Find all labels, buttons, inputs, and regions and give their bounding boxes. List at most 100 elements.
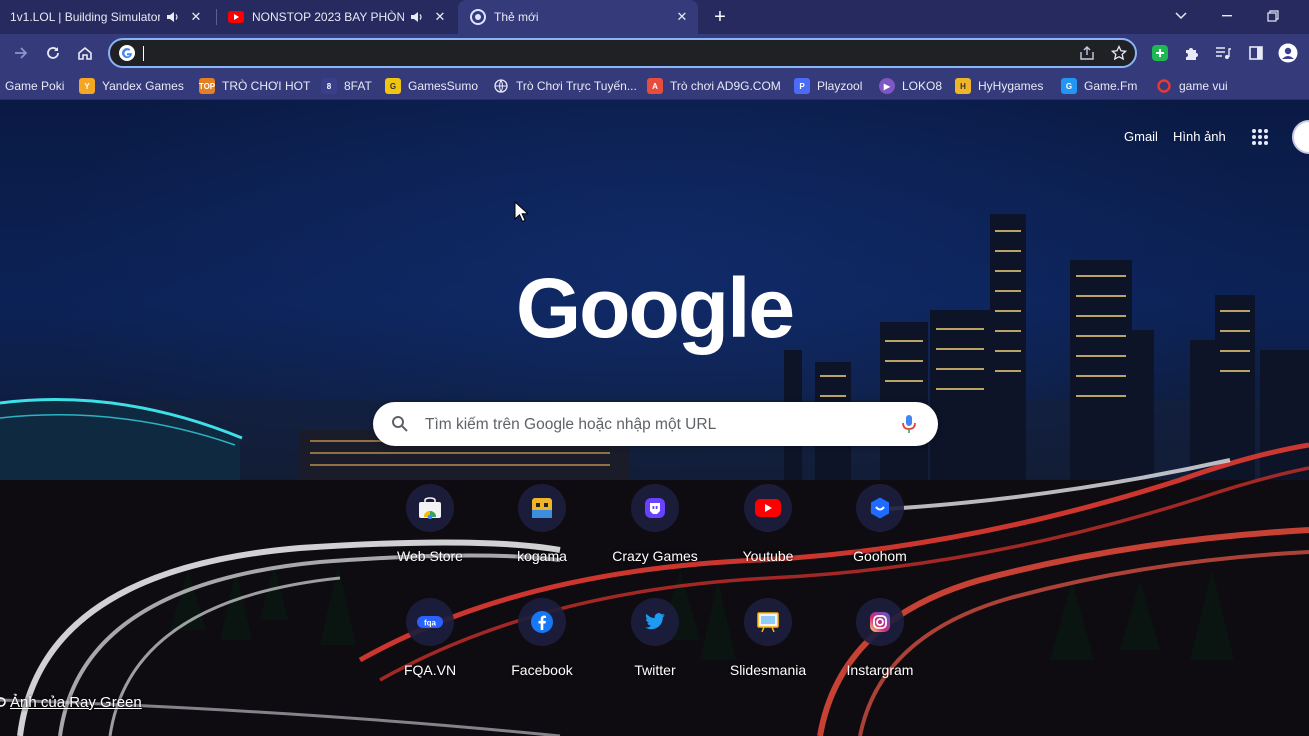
shortcut-web-store[interactable]: Web Store [374, 484, 486, 588]
home-icon[interactable] [74, 42, 96, 64]
tab-nonstop[interactable]: NONSTOP 2023 BAY PHÒNG ✕ [218, 0, 454, 34]
new-tab-button[interactable]: + [709, 6, 731, 28]
shortcut-label: Facebook [511, 662, 573, 678]
media-controls-icon[interactable] [1213, 43, 1233, 63]
bookmark-label: Trò chơi AD9G.COM [670, 79, 781, 93]
youtube-icon [744, 484, 792, 532]
bookmark-label: Trò Chơi Trực Tuyến... [516, 79, 637, 93]
link-icon [0, 697, 6, 707]
shortcut-youtube[interactable]: Youtube [712, 484, 824, 588]
forward-icon[interactable] [10, 42, 32, 64]
crazy-games-icon [631, 484, 679, 532]
goohom-icon [856, 484, 904, 532]
bookmark-label: Game Poki [5, 79, 65, 93]
search-icon [392, 416, 408, 432]
slidesmania-icon [744, 598, 792, 646]
bookmark-label: Yandex Games [102, 79, 184, 93]
search-placeholder: Tìm kiếm trên Google hoặc nhập một URL [425, 416, 717, 433]
gmail-link[interactable]: Gmail [1124, 129, 1158, 144]
google-logo: Google [0, 260, 1309, 357]
bookmark-star-icon[interactable] [1110, 44, 1128, 62]
google-icon [119, 45, 135, 61]
bookmarks-bar: Game Poki Y Yandex Games TOP TRÒ CHƠI HO… [0, 72, 1309, 100]
shortcut-label: Youtube [742, 548, 794, 564]
google-apps-icon[interactable] [1250, 127, 1270, 147]
profile-avatar-icon[interactable] [1278, 43, 1298, 63]
address-bar[interactable] [108, 38, 1137, 68]
shortcut-twitter[interactable]: Twitter [599, 598, 711, 702]
microphone-icon[interactable] [900, 414, 918, 434]
bookmark-hyhygames[interactable]: H HyHygames [955, 77, 1043, 95]
bookmark-playzool[interactable]: P Playzool [794, 77, 862, 95]
bookmark-loko8[interactable]: ▶ LOKO8 [879, 77, 942, 95]
side-panel-icon[interactable] [1246, 43, 1266, 63]
close-tab-icon[interactable]: ✕ [432, 9, 448, 25]
top-icon: TOP [199, 78, 215, 94]
extensions-puzzle-icon[interactable] [1181, 43, 1201, 63]
fqa-icon: fqa [406, 598, 454, 646]
globe-icon [493, 78, 509, 94]
bookmark-yandex-games[interactable]: Y Yandex Games [79, 77, 184, 95]
shortcut-label: Web Store [397, 548, 463, 564]
kogama-icon [518, 484, 566, 532]
bookmark-tro-choi-hot[interactable]: TOP TRÒ CHƠI HOT [199, 77, 310, 95]
speaker-icon[interactable] [166, 11, 180, 23]
photo-credit-text: Ảnh của Ray Green [10, 693, 142, 711]
browser-window: 1v1.LOL | Building Simulator, ✕ NONSTOP … [0, 0, 1309, 736]
shortcut-label: FQA.VN [403, 662, 457, 678]
extension-green-icon[interactable] [1150, 43, 1170, 63]
bookmark-label: game vui [1179, 79, 1228, 93]
gamefm-icon: G [1061, 78, 1077, 94]
gamessumo-icon: G [385, 78, 401, 94]
bookmark-game-vui[interactable]: game vui [1156, 77, 1228, 95]
close-tab-icon[interactable]: ✕ [188, 9, 204, 25]
bookmark-tro-choi-truc-tuyen[interactable]: Trò Chơi Trực Tuyến... [493, 77, 637, 95]
shortcut-label: Crazy Games [612, 548, 698, 564]
shortcut-goohom[interactable]: Goohom [824, 484, 936, 588]
mouse-cursor-icon [514, 201, 528, 223]
speaker-icon[interactable] [410, 11, 424, 23]
tab-new-tab[interactable]: Thẻ mới ✕ [458, 0, 698, 34]
twitter-icon [631, 598, 679, 646]
share-icon[interactable] [1078, 44, 1096, 62]
bookmark-gamessumo[interactable]: G GamesSumo [385, 77, 478, 95]
shortcut-kogama[interactable]: kogama [486, 484, 598, 588]
search-box[interactable]: Tìm kiếm trên Google hoặc nhập một URL [373, 402, 938, 446]
yandex-icon: Y [79, 78, 95, 94]
shortcut-fqa[interactable]: fqa FQA.VN [374, 598, 486, 702]
logo-text: Google [515, 261, 795, 355]
facebook-icon [518, 598, 566, 646]
tab-title: NONSTOP 2023 BAY PHÒNG [252, 10, 404, 24]
shortcut-crazy-games[interactable]: Crazy Games [599, 484, 711, 588]
tab-search-icon[interactable] [1170, 6, 1192, 26]
bookmark-label: LOKO8 [902, 79, 943, 93]
restore-button[interactable] [1262, 6, 1284, 26]
shortcut-label: Twitter [634, 662, 676, 678]
instagram-icon [856, 598, 904, 646]
chrome-icon [470, 9, 486, 25]
close-tab-icon[interactable]: ✕ [674, 9, 690, 25]
tab-separator [216, 9, 217, 25]
bookmark-gamefm[interactable]: G Game.Fm [1061, 77, 1137, 95]
shortcut-label: kogama [517, 548, 567, 564]
bookmark-8fat[interactable]: 8 8FAT [321, 77, 372, 95]
ad9g-icon: A [647, 78, 663, 94]
shortcut-slidesmania[interactable]: Slidesmania [712, 598, 824, 702]
svg-text:fqa: fqa [424, 619, 437, 628]
bookmark-label: GamesSumo [408, 79, 479, 93]
minimize-button[interactable] [1216, 6, 1238, 26]
tab-1v1lol[interactable]: 1v1.LOL | Building Simulator, ✕ [0, 0, 212, 34]
reload-icon[interactable] [42, 42, 64, 64]
shortcut-facebook[interactable]: Facebook [486, 598, 598, 702]
loko8-icon: ▶ [879, 78, 895, 94]
bookmark-ad9g[interactable]: A Trò chơi AD9G.COM [647, 77, 781, 95]
shortcut-label: Goohom [853, 548, 907, 564]
shortcut-instagram[interactable]: Instargram [824, 598, 936, 702]
images-link[interactable]: Hình ảnh [1173, 129, 1226, 144]
tab-title: Thẻ mới [494, 10, 539, 24]
bookmark-game-poki[interactable]: Game Poki [5, 77, 64, 95]
photo-credit-link[interactable]: Ảnh của Ray Green [0, 692, 142, 712]
gamevui-icon [1156, 78, 1172, 94]
bookmark-label: TRÒ CHƠI HOT [222, 79, 311, 93]
playzool-icon: P [794, 78, 810, 94]
